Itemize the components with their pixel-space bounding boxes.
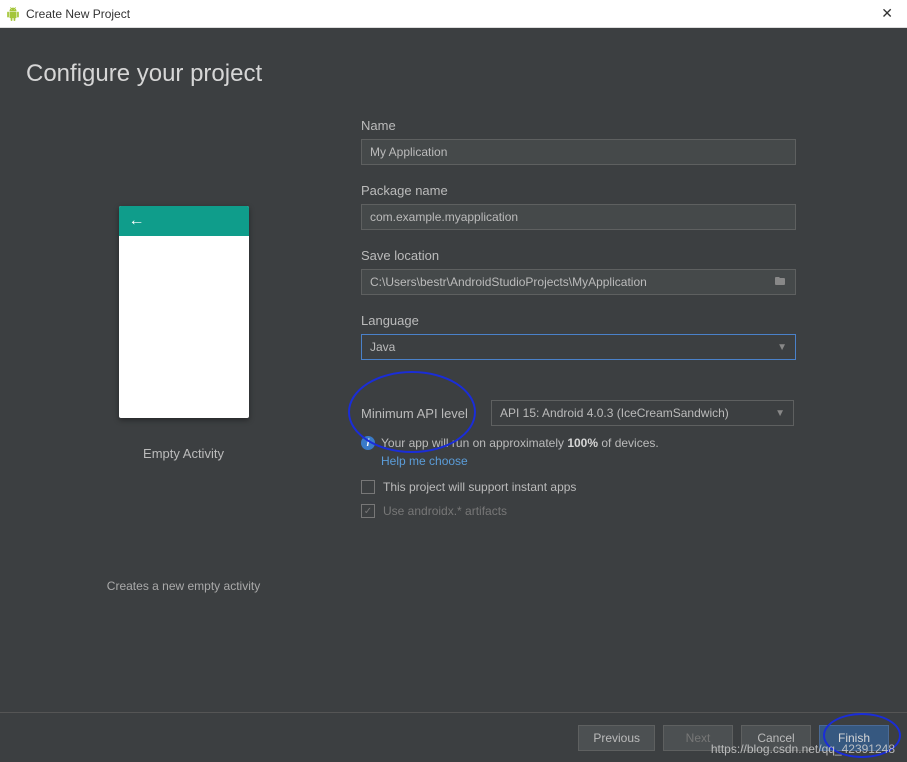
instant-apps-label: This project will support instant apps	[383, 480, 576, 494]
save-location-input[interactable]: C:\Users\bestr\AndroidStudioProjects\MyA…	[361, 269, 796, 295]
form-column: Name Package name Save location C:\Users…	[361, 118, 881, 593]
save-location-label: Save location	[361, 248, 881, 263]
chevron-down-icon: ▼	[777, 342, 787, 353]
compat-percent: 100%	[567, 436, 598, 450]
titlebar: Create New Project ✕	[0, 0, 907, 28]
androidx-row: Use androidx.* artifacts	[361, 504, 881, 518]
language-value: Java	[370, 340, 395, 354]
compat-prefix: Your app will run on approximately	[381, 436, 567, 450]
language-select[interactable]: Java ▼	[361, 334, 796, 360]
page-title: Configure your project	[0, 28, 907, 88]
back-arrow-icon: ←	[129, 212, 145, 230]
compat-info: i Your app will run on approximately 100…	[361, 436, 881, 450]
package-label: Package name	[361, 183, 881, 198]
phone-preview: ←	[119, 206, 249, 418]
preview-column: ← Empty Activity Creates a new empty act…	[26, 118, 341, 593]
next-button: Next	[663, 725, 733, 751]
phone-appbar: ←	[119, 206, 249, 236]
androidx-checkbox	[361, 504, 375, 518]
name-label: Name	[361, 118, 881, 133]
android-icon	[6, 7, 20, 21]
api-select[interactable]: API 15: Android 4.0.3 (IceCreamSandwich)…	[491, 400, 794, 426]
instant-apps-row[interactable]: This project will support instant apps	[361, 480, 881, 494]
androidx-label: Use androidx.* artifacts	[383, 504, 507, 518]
window-title: Create New Project	[26, 7, 130, 21]
preview-description: Creates a new empty activity	[107, 579, 260, 593]
instant-apps-checkbox[interactable]	[361, 480, 375, 494]
finish-button[interactable]: Finish	[819, 725, 889, 751]
compat-suffix: of devices.	[598, 436, 659, 450]
api-label: Minimum API level	[361, 406, 481, 421]
main-panel: Configure your project ← Empty Activity …	[0, 28, 907, 762]
help-me-choose-link[interactable]: Help me choose	[381, 454, 468, 468]
chevron-down-icon: ▼	[775, 408, 785, 419]
package-input[interactable]	[361, 204, 796, 230]
save-location-text: C:\Users\bestr\AndroidStudioProjects\MyA…	[370, 275, 767, 289]
close-icon[interactable]: ✕	[873, 5, 901, 22]
preview-title: Empty Activity	[143, 446, 224, 461]
folder-icon[interactable]	[767, 275, 787, 290]
cancel-button[interactable]: Cancel	[741, 725, 811, 751]
previous-button[interactable]: Previous	[578, 725, 655, 751]
footer: Previous Next Cancel Finish	[0, 712, 907, 762]
language-label: Language	[361, 313, 881, 328]
info-icon: i	[361, 436, 375, 450]
api-value: API 15: Android 4.0.3 (IceCreamSandwich)	[500, 406, 729, 420]
name-input[interactable]	[361, 139, 796, 165]
